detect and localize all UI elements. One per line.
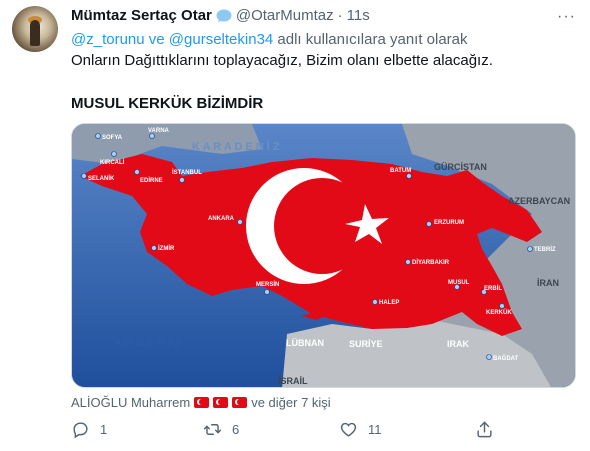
tweet-header: Mümtaz Sertaç Otar @OtarMumtaz · 11s bbox=[71, 7, 370, 24]
city-label-halep: HALEP bbox=[379, 300, 399, 306]
reply-mention-2[interactable]: @gurseltekin34 bbox=[169, 31, 273, 48]
turkish-flag-icon bbox=[194, 397, 210, 408]
city-label-sofya: SOFYA bbox=[102, 135, 123, 141]
city-label-batum: BATUM bbox=[390, 168, 411, 174]
retweet-button[interactable]: 6 bbox=[203, 420, 239, 439]
retweet-count: 6 bbox=[232, 422, 240, 437]
city-label-erzurum: ERZURUM bbox=[434, 220, 464, 226]
tweet-time[interactable]: 11s bbox=[347, 7, 370, 24]
liked-by-line[interactable]: ALİOĞLU Muharrem ve diğer 7 kişi bbox=[71, 395, 331, 410]
map-label-gurcistan: GÜRCİSTAN bbox=[434, 162, 487, 172]
city-dot-batum bbox=[406, 173, 412, 179]
share-icon bbox=[477, 421, 492, 438]
city-label-selanik: SELANİK bbox=[88, 175, 115, 182]
city-dot-halep bbox=[372, 299, 378, 305]
city-dot-mersin bbox=[264, 289, 270, 295]
city-dot-kerkuk bbox=[499, 303, 505, 309]
city-dot-varna bbox=[149, 133, 155, 139]
city-dot-kircali bbox=[111, 151, 117, 157]
reply-button[interactable]: 1 bbox=[71, 420, 107, 439]
reply-context: @z_torunu ve @gurseltekin34 adlı kullanı… bbox=[71, 31, 468, 48]
retweet-icon bbox=[203, 424, 222, 435]
city-label-kircali: KIRCALİ bbox=[100, 159, 125, 166]
author-name[interactable]: Mümtaz Sertaç Otar bbox=[71, 7, 212, 24]
reply-mention-1[interactable]: @z_torunu bbox=[71, 31, 145, 48]
city-dot-diyarbakir bbox=[405, 259, 411, 265]
city-dot-istanbul bbox=[179, 177, 185, 183]
city-dot-erzurum bbox=[426, 221, 432, 227]
reply-icon bbox=[73, 422, 88, 439]
reply-suffix: adlı kullanıcılara yanıt olarak bbox=[273, 31, 468, 48]
map-label-akdeniz: A K D E N İ Z bbox=[114, 336, 181, 349]
city-label-tebriz: TEBRİZ bbox=[534, 246, 556, 253]
city-dot-selanik bbox=[81, 173, 87, 179]
city-label-ankara: ANKARA bbox=[208, 216, 235, 222]
map-label-israil: İSRAİL bbox=[278, 376, 308, 386]
avatar-figure bbox=[30, 20, 40, 46]
city-label-kerkuk: KERKÜK bbox=[486, 309, 512, 316]
liked-by-suffix: ve diğer 7 kişi bbox=[251, 395, 331, 410]
city-label-musul: MUSUL bbox=[448, 280, 470, 286]
map-label-irak: IRAK bbox=[447, 339, 469, 349]
tweet-text-line-2: MUSUL KERKÜK BİZİMDİR bbox=[71, 95, 264, 112]
map-label-suriye: SURİYE bbox=[349, 339, 383, 349]
turkish-flag-icon bbox=[232, 397, 248, 408]
liked-by-name[interactable]: ALİOĞLU Muharrem bbox=[71, 395, 190, 410]
city-label-erbil: ERBİL bbox=[484, 285, 502, 292]
city-dot-edirne bbox=[134, 169, 140, 175]
map-image: K A R A D E N İ Z A K D E N İ Z GÜRCİSTA… bbox=[72, 124, 575, 387]
share-button[interactable] bbox=[475, 420, 494, 439]
tweet-image[interactable]: K A R A D E N İ Z A K D E N İ Z GÜRCİSTA… bbox=[71, 123, 576, 388]
speech-bubble-icon bbox=[216, 9, 232, 22]
city-dot-bagdat bbox=[486, 354, 492, 360]
map-label-karadeniz: K A R A D E N İ Z bbox=[192, 140, 280, 153]
tweet-actions: 1 6 11 bbox=[71, 420, 511, 442]
city-dot-izmir bbox=[151, 245, 157, 251]
city-label-izmir: İZMİR bbox=[158, 245, 175, 252]
tweet-text-line-1: Onların Dağıttıklarını toplayacağız, Biz… bbox=[71, 52, 493, 69]
more-options-icon[interactable]: ··· bbox=[557, 8, 576, 26]
heart-icon bbox=[340, 422, 357, 437]
like-count: 11 bbox=[368, 422, 382, 437]
map-label-lubnan: LÜBNAN bbox=[286, 338, 324, 348]
city-label-mersin: MERSİN bbox=[256, 281, 279, 288]
separator-dot: · bbox=[337, 7, 343, 24]
like-button[interactable]: 11 bbox=[339, 420, 382, 439]
reply-count: 1 bbox=[100, 422, 108, 437]
city-label-istanbul: İSTANBUL bbox=[172, 169, 202, 176]
city-label-diyarbakir: DİYARBAKIR bbox=[412, 259, 450, 266]
city-label-varna: VARNA bbox=[148, 128, 170, 134]
author-handle[interactable]: @OtarMumtaz bbox=[236, 7, 334, 24]
author-avatar[interactable] bbox=[12, 6, 58, 52]
city-dot-tebriz bbox=[527, 246, 533, 252]
city-label-bagdat: BAĞDAT bbox=[493, 354, 519, 362]
reply-connector: ve bbox=[144, 31, 169, 48]
city-dot-sofya bbox=[95, 133, 101, 139]
map-label-azerbaycan: AZERBAYCAN bbox=[508, 196, 570, 206]
city-dot-ankara bbox=[237, 219, 243, 225]
map-label-iran: İRAN bbox=[537, 278, 559, 288]
city-label-edirne: EDİRNE bbox=[140, 177, 163, 184]
turkish-flag-icon bbox=[213, 397, 229, 408]
